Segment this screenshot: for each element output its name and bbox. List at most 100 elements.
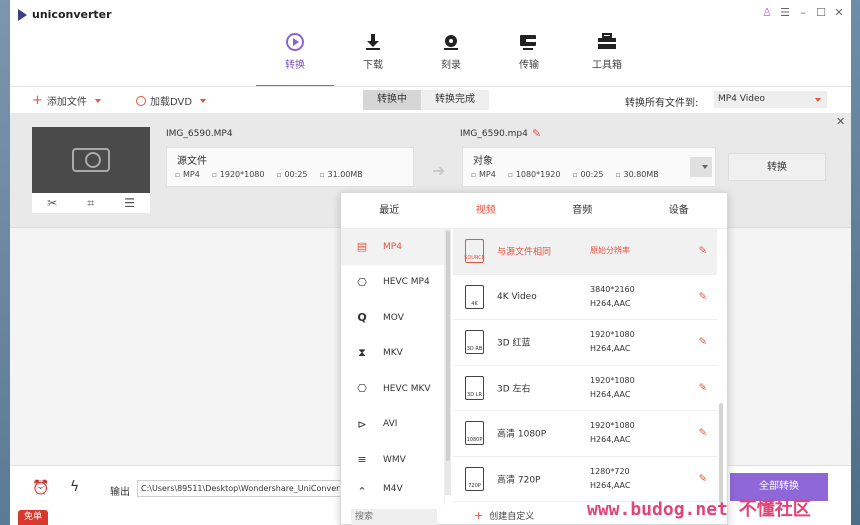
convert-button[interactable]: 转换 — [728, 153, 826, 181]
preset-resolution: 1920*1080 — [590, 375, 635, 385]
maximize-icon[interactable]: ☐ — [815, 6, 827, 20]
file-badge-icon: 3D LR — [465, 375, 484, 400]
preset-name: 3D 红蓝 — [497, 338, 531, 349]
preset-codec: H264,AAC — [590, 389, 631, 399]
user-icon[interactable]: ♙ — [761, 6, 773, 20]
wmv-icon: ≡ — [357, 453, 367, 467]
trim-icon[interactable]: ✂ — [47, 196, 57, 210]
tab-toolbox[interactable]: 工具箱 — [568, 28, 646, 86]
toolbox-icon — [598, 33, 616, 49]
file-badge-icon: 3D RB — [465, 330, 484, 355]
preset-spec: 1920*1080 H264,AAC — [590, 374, 635, 402]
toolbar: + 添加文件 加载DVD 转换中 转换完成 转换所有文件到: MP4 Video — [10, 87, 851, 113]
chevron-down-icon — [702, 165, 708, 169]
tab-audio[interactable]: 音频 — [534, 193, 631, 228]
edit-icon[interactable]: ✎ — [532, 127, 541, 140]
format-dropdown-panel: 最近 视频 音频 设备 ▤ MP4 ⎔ HEVC MP4 Q MOV ⧗ MKV ⎔ HE… — [340, 192, 728, 525]
tab-recent[interactable]: 最近 — [341, 193, 438, 228]
output-format-select[interactable]: MP4 Video — [714, 91, 827, 108]
minimize-icon[interactable]: – — [797, 6, 809, 20]
tab-label: 工具箱 — [592, 60, 622, 71]
format-label: MP4 — [383, 241, 402, 252]
tab-download[interactable]: 下载 — [334, 28, 412, 86]
add-file-button[interactable]: + 添加文件 — [32, 93, 101, 108]
format-item-hevc-mp4[interactable]: ⎔ HEVC MP4 — [341, 265, 444, 301]
crop-icon[interactable]: ⌗ — [87, 196, 94, 211]
tab-transfer[interactable]: 传输 — [490, 28, 568, 86]
preset-codec: H264,AAC — [590, 480, 631, 490]
format-search-input[interactable]: 搜索 — [351, 509, 437, 525]
window-controls: ♙ ☰ – ☐ ✕ — [761, 6, 845, 20]
file-badge-icon: SOURCE — [464, 239, 485, 264]
tab-video[interactable]: 视频 — [438, 193, 535, 228]
convert-icon — [286, 33, 304, 51]
target-filename: IMG_6590.mp4 — [460, 129, 528, 139]
hevc-icon: ⎔ — [357, 382, 367, 396]
preset-item[interactable]: 1080P 高清 1080P 1920*1080 H264,AAC ✎ — [453, 411, 717, 457]
alarm-icon[interactable]: ⏰ — [32, 480, 49, 496]
tab-finished[interactable]: 转换完成 — [421, 90, 489, 110]
plus-icon: + — [32, 93, 43, 108]
format-item-hevc-mkv[interactable]: ⎔ HEVC MKV — [341, 371, 444, 407]
preset-resolution: 1280*720 — [590, 466, 630, 476]
file-badge-icon: 4K — [465, 284, 484, 309]
preset-spec: 1920*1080 H264,AAC — [590, 419, 635, 447]
effects-icon[interactable]: ☰ — [124, 196, 135, 210]
bolt-icon[interactable]: ϟ — [70, 479, 79, 495]
quicktime-icon: Q — [357, 311, 367, 325]
preset-list-scrollbar[interactable] — [719, 403, 723, 503]
edit-icon[interactable]: ✎ — [699, 337, 707, 348]
edit-icon[interactable]: ✎ — [699, 428, 707, 439]
preset-item[interactable]: 4K 4K Video 3840*2160 H264,AAC ✎ — [453, 275, 717, 320]
status-toggle: 转换中 转换完成 — [363, 90, 489, 110]
output-path-field[interactable]: C:\Users\89511\Desktop\Wondershare_UniCo… — [137, 480, 347, 497]
format-item-mkv[interactable]: ⧗ MKV — [341, 336, 444, 372]
logo-icon — [18, 9, 27, 21]
format-list-scrollbar[interactable] — [445, 229, 451, 495]
tab-label: 转换 — [285, 60, 305, 71]
source-format: MP4 — [175, 170, 200, 179]
preset-name: 3D 左右 — [497, 384, 531, 395]
tab-convert[interactable]: 转换 — [256, 28, 334, 87]
preset-item[interactable]: SOURCE 与源文件相同 原始分辨率 ✎ — [453, 229, 717, 275]
format-item-mp4[interactable]: ▤ MP4 — [341, 229, 444, 265]
edit-icon[interactable]: ✎ — [699, 291, 707, 302]
edit-icon[interactable]: ✎ — [699, 246, 707, 257]
target-format-dropdown[interactable] — [690, 157, 712, 177]
remove-file-icon[interactable]: ✕ — [836, 115, 845, 128]
convert-all-to-label: 转换所有文件到: — [625, 98, 699, 109]
free-badge: 免单 — [18, 510, 48, 525]
preset-name: 高清 1080P — [497, 429, 547, 440]
load-dvd-button[interactable]: 加载DVD — [136, 93, 207, 108]
preset-resolution: 原始分辨率 — [590, 246, 630, 256]
source-duration: 00:25 — [276, 170, 307, 179]
chevron-down-icon — [94, 98, 101, 103]
target-meta: MP4 1080*1920 00:25 30.80MB — [471, 170, 659, 179]
format-item-avi[interactable]: ⊳ AVI — [341, 407, 444, 443]
create-custom-label: 创建自定义 — [489, 512, 535, 522]
desktop-right-edge — [850, 0, 860, 525]
video-thumbnail[interactable] — [32, 127, 150, 193]
format-label: MOV — [383, 312, 404, 323]
format-item-m4v[interactable]: ⌃ M4V — [341, 478, 444, 498]
tab-device[interactable]: 设备 — [631, 193, 728, 228]
preset-item[interactable]: 3D RB 3D 红蓝 1920*1080 H264,AAC ✎ — [453, 320, 717, 366]
menu-icon[interactable]: ☰ — [779, 6, 791, 20]
edit-icon[interactable]: ✎ — [699, 473, 707, 484]
edit-icon[interactable]: ✎ — [699, 382, 707, 393]
close-icon[interactable]: ✕ — [833, 6, 845, 20]
create-custom-button[interactable]: + 创建自定义 — [474, 509, 534, 522]
preset-codec: H264,AAC — [590, 344, 631, 354]
format-item-mov[interactable]: Q MOV — [341, 300, 444, 336]
title-bar: uniconverter ♙ ☰ – ☐ ✕ — [10, 0, 851, 30]
preset-name: 4K Video — [497, 291, 537, 302]
file-badge-icon: 1080P — [465, 421, 484, 446]
scrollbar-thumb[interactable] — [446, 231, 450, 461]
tab-converting[interactable]: 转换中 — [363, 90, 421, 110]
preset-resolution: 3840*2160 — [590, 284, 635, 294]
format-item-wmv[interactable]: ≡ WMV — [341, 442, 444, 478]
preset-name: 高清 720P — [497, 475, 541, 486]
preset-item[interactable]: 3D LR 3D 左右 1920*1080 H264,AAC ✎ — [453, 366, 717, 411]
source-filename: IMG_6590.MP4 — [166, 129, 233, 139]
tab-burn[interactable]: 刻录 — [412, 28, 490, 86]
